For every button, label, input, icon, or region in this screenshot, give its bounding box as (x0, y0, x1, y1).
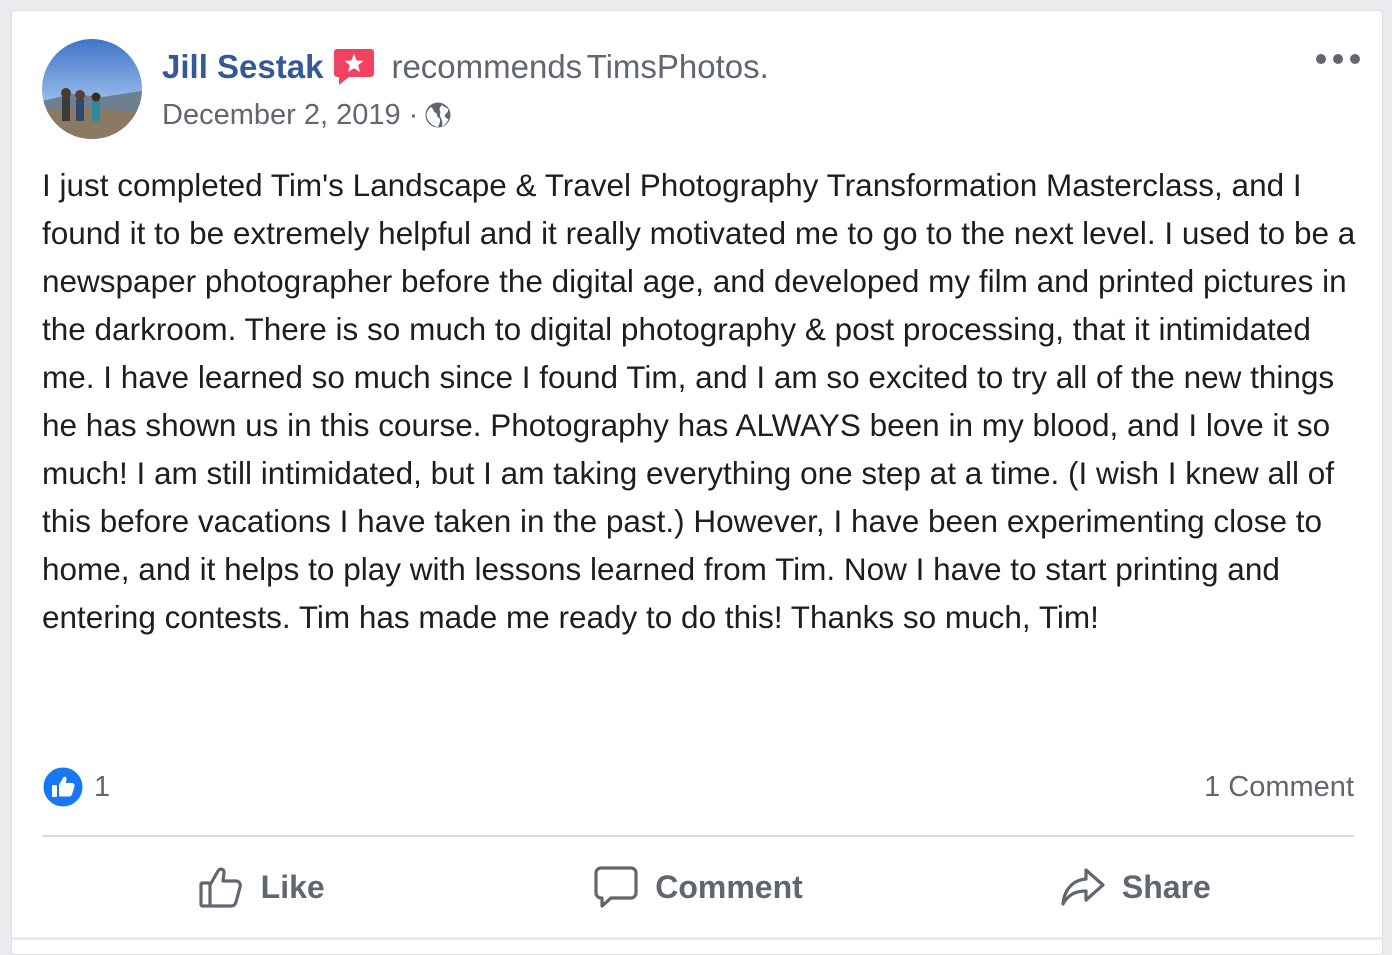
reactions-summary[interactable]: 1 (42, 766, 110, 808)
like-button[interactable]: Like (42, 847, 479, 927)
share-arrow-icon (1061, 868, 1105, 906)
post-date[interactable]: December 2, 2019 (162, 99, 401, 132)
post-body: I just completed Tim's Landscape & Trave… (42, 167, 1356, 635)
comment-button-label: Comment (655, 868, 803, 905)
like-button-label: Like (260, 868, 325, 905)
post-meta: December 2, 2019 · (162, 95, 452, 135)
share-button[interactable]: Share (917, 847, 1354, 927)
like-count: 1 (94, 770, 111, 803)
page-name-link[interactable]: TimsPhotos. (587, 48, 769, 86)
recommendation-star-icon (333, 47, 375, 87)
meta-separator: · (408, 98, 419, 131)
post-header: Jill Sestak recommends TimsPhotos. (162, 45, 769, 89)
more-horizontal-icon[interactable] (1316, 49, 1360, 69)
share-button-label: Share (1121, 868, 1211, 905)
post-stats: 1 1 Comment (42, 765, 1354, 809)
post-card: Jill Sestak recommends TimsPhotos. Decem… (11, 10, 1383, 955)
comment-button[interactable]: Comment (479, 847, 916, 927)
comment-count-link[interactable]: 1 Comment (1204, 771, 1354, 804)
comment-bubble-icon (594, 866, 638, 908)
globe-icon[interactable] (424, 101, 452, 129)
author-name[interactable]: Jill Sestak (162, 48, 323, 86)
card-bottom-border (12, 937, 1382, 940)
thumbs-up-icon (199, 867, 242, 908)
action-bar: Like Comment Share (42, 847, 1354, 927)
avatar[interactable] (42, 39, 142, 139)
like-reaction-icon (42, 766, 84, 808)
recommends-text: recommends (391, 48, 583, 85)
stats-divider (42, 835, 1354, 837)
